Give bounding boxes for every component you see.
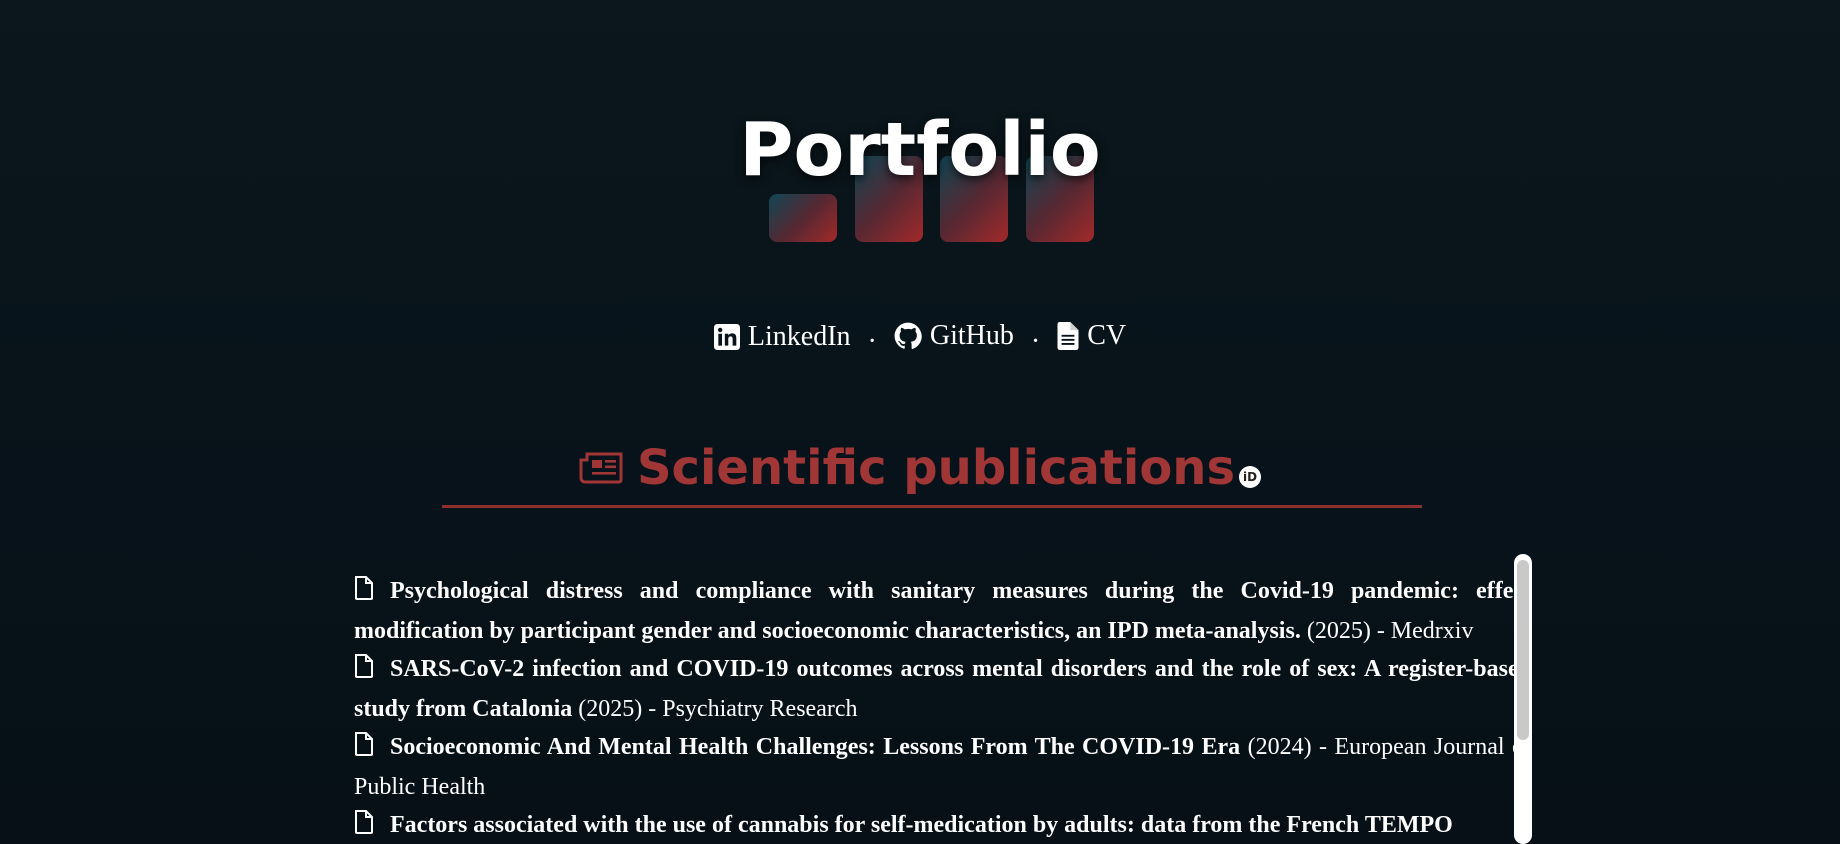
link-separator: ·: [1030, 326, 1041, 357]
publication-title-link[interactable]: Socioeconomic And Mental Health Challeng…: [390, 734, 1240, 760]
decoration-block: [769, 194, 837, 242]
publications-scrollbar[interactable]: [1514, 554, 1532, 844]
orcid-icon[interactable]: iD: [1239, 466, 1262, 488]
newspaper-icon: [579, 452, 623, 484]
list-item: SARS-CoV-2 infection and COVID-19 outcom…: [354, 650, 1532, 728]
linkedin-link[interactable]: LinkedIn: [713, 317, 851, 357]
section-divider: [442, 505, 1422, 508]
publication-meta: (2025) - Medrxiv: [1300, 618, 1474, 644]
list-item: Psychological distress and compliance wi…: [354, 572, 1532, 650]
section-title: Scientific publications: [636, 440, 1236, 496]
scrollbar-thumb[interactable]: [1517, 560, 1529, 740]
publication-title-link[interactable]: Factors associated with the use of canna…: [390, 812, 1453, 838]
file-icon: [354, 730, 374, 768]
publication-meta: (2025) - Psychiatry Research: [572, 696, 858, 722]
linkedin-label: LinkedIn: [747, 321, 851, 352]
github-link[interactable]: GitHub: [894, 316, 1014, 356]
list-item: Socioeconomic And Mental Health Challeng…: [354, 728, 1532, 806]
list-item: Factors associated with the use of canna…: [354, 806, 1532, 844]
cv-link[interactable]: CV: [1057, 316, 1126, 356]
publication-title-link[interactable]: SARS-CoV-2 infection and COVID-19 outcom…: [354, 656, 1532, 722]
github-icon: [894, 322, 922, 350]
github-label: GitHub: [929, 320, 1014, 351]
page-header: Portfolio: [0, 0, 1840, 260]
page-title: Portfolio: [739, 107, 1101, 193]
file-icon: [354, 652, 374, 690]
publications-list-panel: Psychological distress and compliance wi…: [354, 556, 1532, 844]
social-links: LinkedIn · GitHub · CV: [0, 316, 1840, 362]
section-heading: Scientific publications iD: [0, 440, 1840, 496]
document-icon: [1057, 322, 1079, 350]
linkedin-icon: [713, 324, 740, 350]
file-icon: [354, 574, 374, 612]
file-icon: [354, 808, 374, 844]
link-separator: ·: [867, 326, 877, 357]
cv-label: CV: [1087, 320, 1127, 351]
publications-list: Psychological distress and compliance wi…: [354, 556, 1532, 844]
